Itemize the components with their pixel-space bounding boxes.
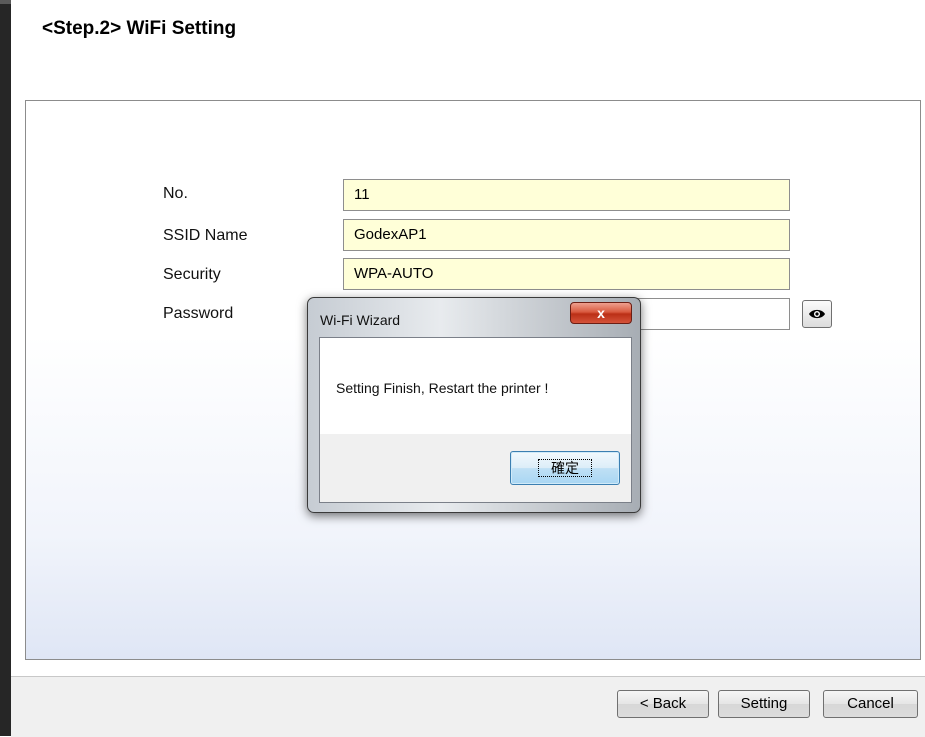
eye-icon bbox=[809, 309, 825, 319]
wizard-header: <Step.2> WiFi Setting bbox=[11, 0, 925, 100]
wifi-wizard-dialog: Wi-Fi Wizard x Setting Finish, Restart t… bbox=[307, 297, 641, 513]
ssid-field[interactable]: GodexAP1 bbox=[343, 219, 790, 251]
security-label: Security bbox=[163, 266, 221, 283]
window-left-border bbox=[0, 0, 11, 736]
back-button[interactable]: < Back bbox=[617, 690, 709, 718]
window-corner bbox=[0, 0, 11, 4]
dialog-body: Setting Finish, Restart the printer ! 確定 bbox=[319, 337, 632, 503]
dialog-message: Setting Finish, Restart the printer ! bbox=[336, 380, 549, 396]
dialog-close-button[interactable]: x bbox=[570, 302, 632, 324]
ok-button-label: 確定 bbox=[538, 459, 592, 477]
ssid-label: SSID Name bbox=[163, 227, 248, 244]
close-icon: x bbox=[597, 305, 605, 321]
dialog-title: Wi-Fi Wizard bbox=[320, 312, 401, 328]
security-field[interactable]: WPA-AUTO bbox=[343, 258, 790, 290]
password-label: Password bbox=[163, 305, 234, 322]
cancel-button[interactable]: Cancel bbox=[823, 690, 918, 718]
ok-button[interactable]: 確定 bbox=[510, 451, 620, 485]
no-label: No. bbox=[163, 185, 188, 202]
show-password-button[interactable] bbox=[802, 300, 832, 328]
setting-button[interactable]: Setting bbox=[718, 690, 810, 718]
no-field[interactable]: 11 bbox=[343, 179, 790, 211]
page-title: <Step.2> WiFi Setting bbox=[42, 18, 237, 39]
dialog-message-area: Setting Finish, Restart the printer ! bbox=[320, 338, 631, 434]
